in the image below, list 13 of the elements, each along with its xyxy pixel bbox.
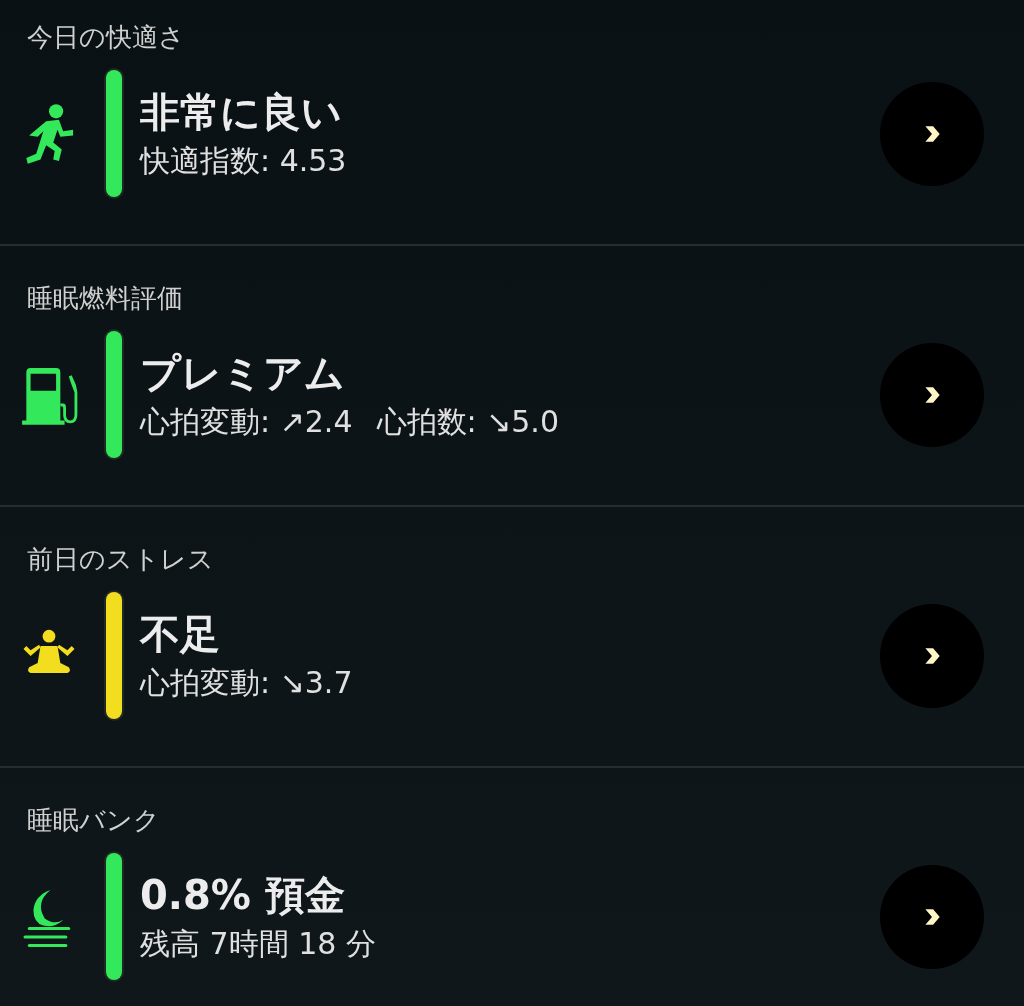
- section-title: 前日のストレス: [27, 543, 215, 576]
- status-heading: 不足: [140, 609, 221, 658]
- section-title: 今日の快適さ: [27, 21, 186, 54]
- metric-text: 心拍変動: ↘3.7: [140, 663, 353, 702]
- section-title: 睡眠燃料評価: [27, 282, 184, 315]
- metric-text: 心拍数: ↘5.0: [376, 402, 559, 441]
- status-heading: プレミアム: [140, 348, 346, 397]
- metric-text: 心拍変動: ↗2.4: [140, 402, 353, 441]
- metric-text: 快適指数: 4.53: [140, 141, 347, 180]
- section-title: 睡眠バンク: [27, 804, 161, 837]
- metric-text: 残高 7時間 18 分: [140, 924, 376, 963]
- status-heading: 非常に良い: [140, 87, 343, 136]
- status-heading: 0.8% 預金: [140, 870, 346, 919]
